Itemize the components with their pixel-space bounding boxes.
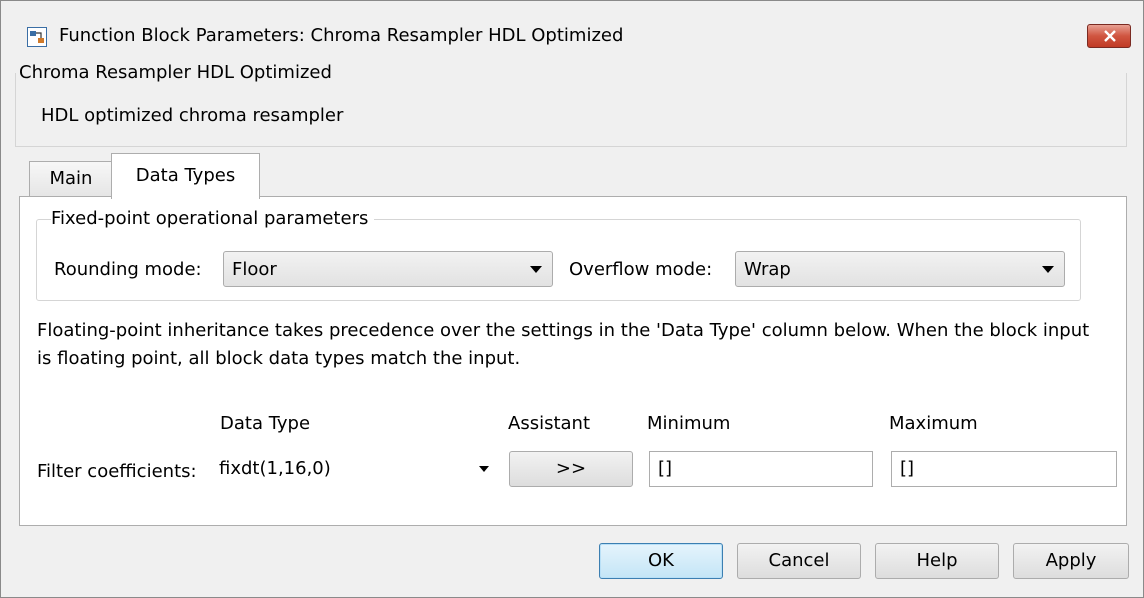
overflow-mode-select[interactable]: Wrap [735, 251, 1065, 287]
rounding-mode-value: Floor [232, 259, 277, 280]
title-bar[interactable]: Function Block Parameters: Chroma Resamp… [1, 1, 1143, 63]
overflow-mode-value: Wrap [744, 259, 791, 280]
block-description: HDL optimized chroma resampler [41, 105, 344, 126]
chevron-down-icon [479, 466, 489, 472]
floating-point-info-text: Floating-point inheritance takes precede… [37, 320, 1090, 369]
filter-coefficients-minimum-input[interactable]: [] [649, 451, 873, 487]
rounding-mode-label: Rounding mode: [54, 259, 202, 280]
dialog-window: Function Block Parameters: Chroma Resamp… [0, 0, 1144, 598]
column-header-assistant: Assistant [508, 413, 591, 434]
column-header-maximum: Maximum [889, 413, 978, 434]
fixed-point-legend: Fixed-point operational parameters [51, 208, 375, 229]
ok-button[interactable]: OK [599, 543, 723, 579]
tab-main[interactable]: Main [29, 161, 113, 197]
chevron-down-icon [530, 266, 542, 273]
block-name-label: Chroma Resampler HDL Optimized [19, 62, 338, 83]
filter-coefficients-label: Filter coefficients: [37, 461, 197, 482]
help-button[interactable]: Help [875, 543, 999, 579]
column-header-minimum: Minimum [647, 413, 731, 434]
close-icon [1104, 30, 1116, 42]
data-type-assistant-button[interactable]: >> [509, 451, 633, 487]
apply-button[interactable]: Apply [1013, 543, 1129, 579]
filter-coefficients-data-type-select[interactable]: fixdt(1,16,0) [209, 451, 499, 487]
rounding-mode-select[interactable]: Floor [223, 251, 553, 287]
chevron-down-icon [1042, 266, 1054, 273]
tab-data-types[interactable]: Data Types [111, 153, 260, 199]
overflow-mode-label: Overflow mode: [569, 259, 713, 280]
column-header-data-type: Data Type [220, 413, 311, 434]
simulink-block-icon [27, 27, 47, 47]
cancel-button[interactable]: Cancel [737, 543, 861, 579]
filter-coefficients-data-type-value: fixdt(1,16,0) [219, 458, 331, 479]
window-title: Function Block Parameters: Chroma Resamp… [59, 25, 624, 46]
filter-coefficients-maximum-input[interactable]: [] [891, 451, 1117, 487]
close-button[interactable] [1087, 24, 1131, 48]
